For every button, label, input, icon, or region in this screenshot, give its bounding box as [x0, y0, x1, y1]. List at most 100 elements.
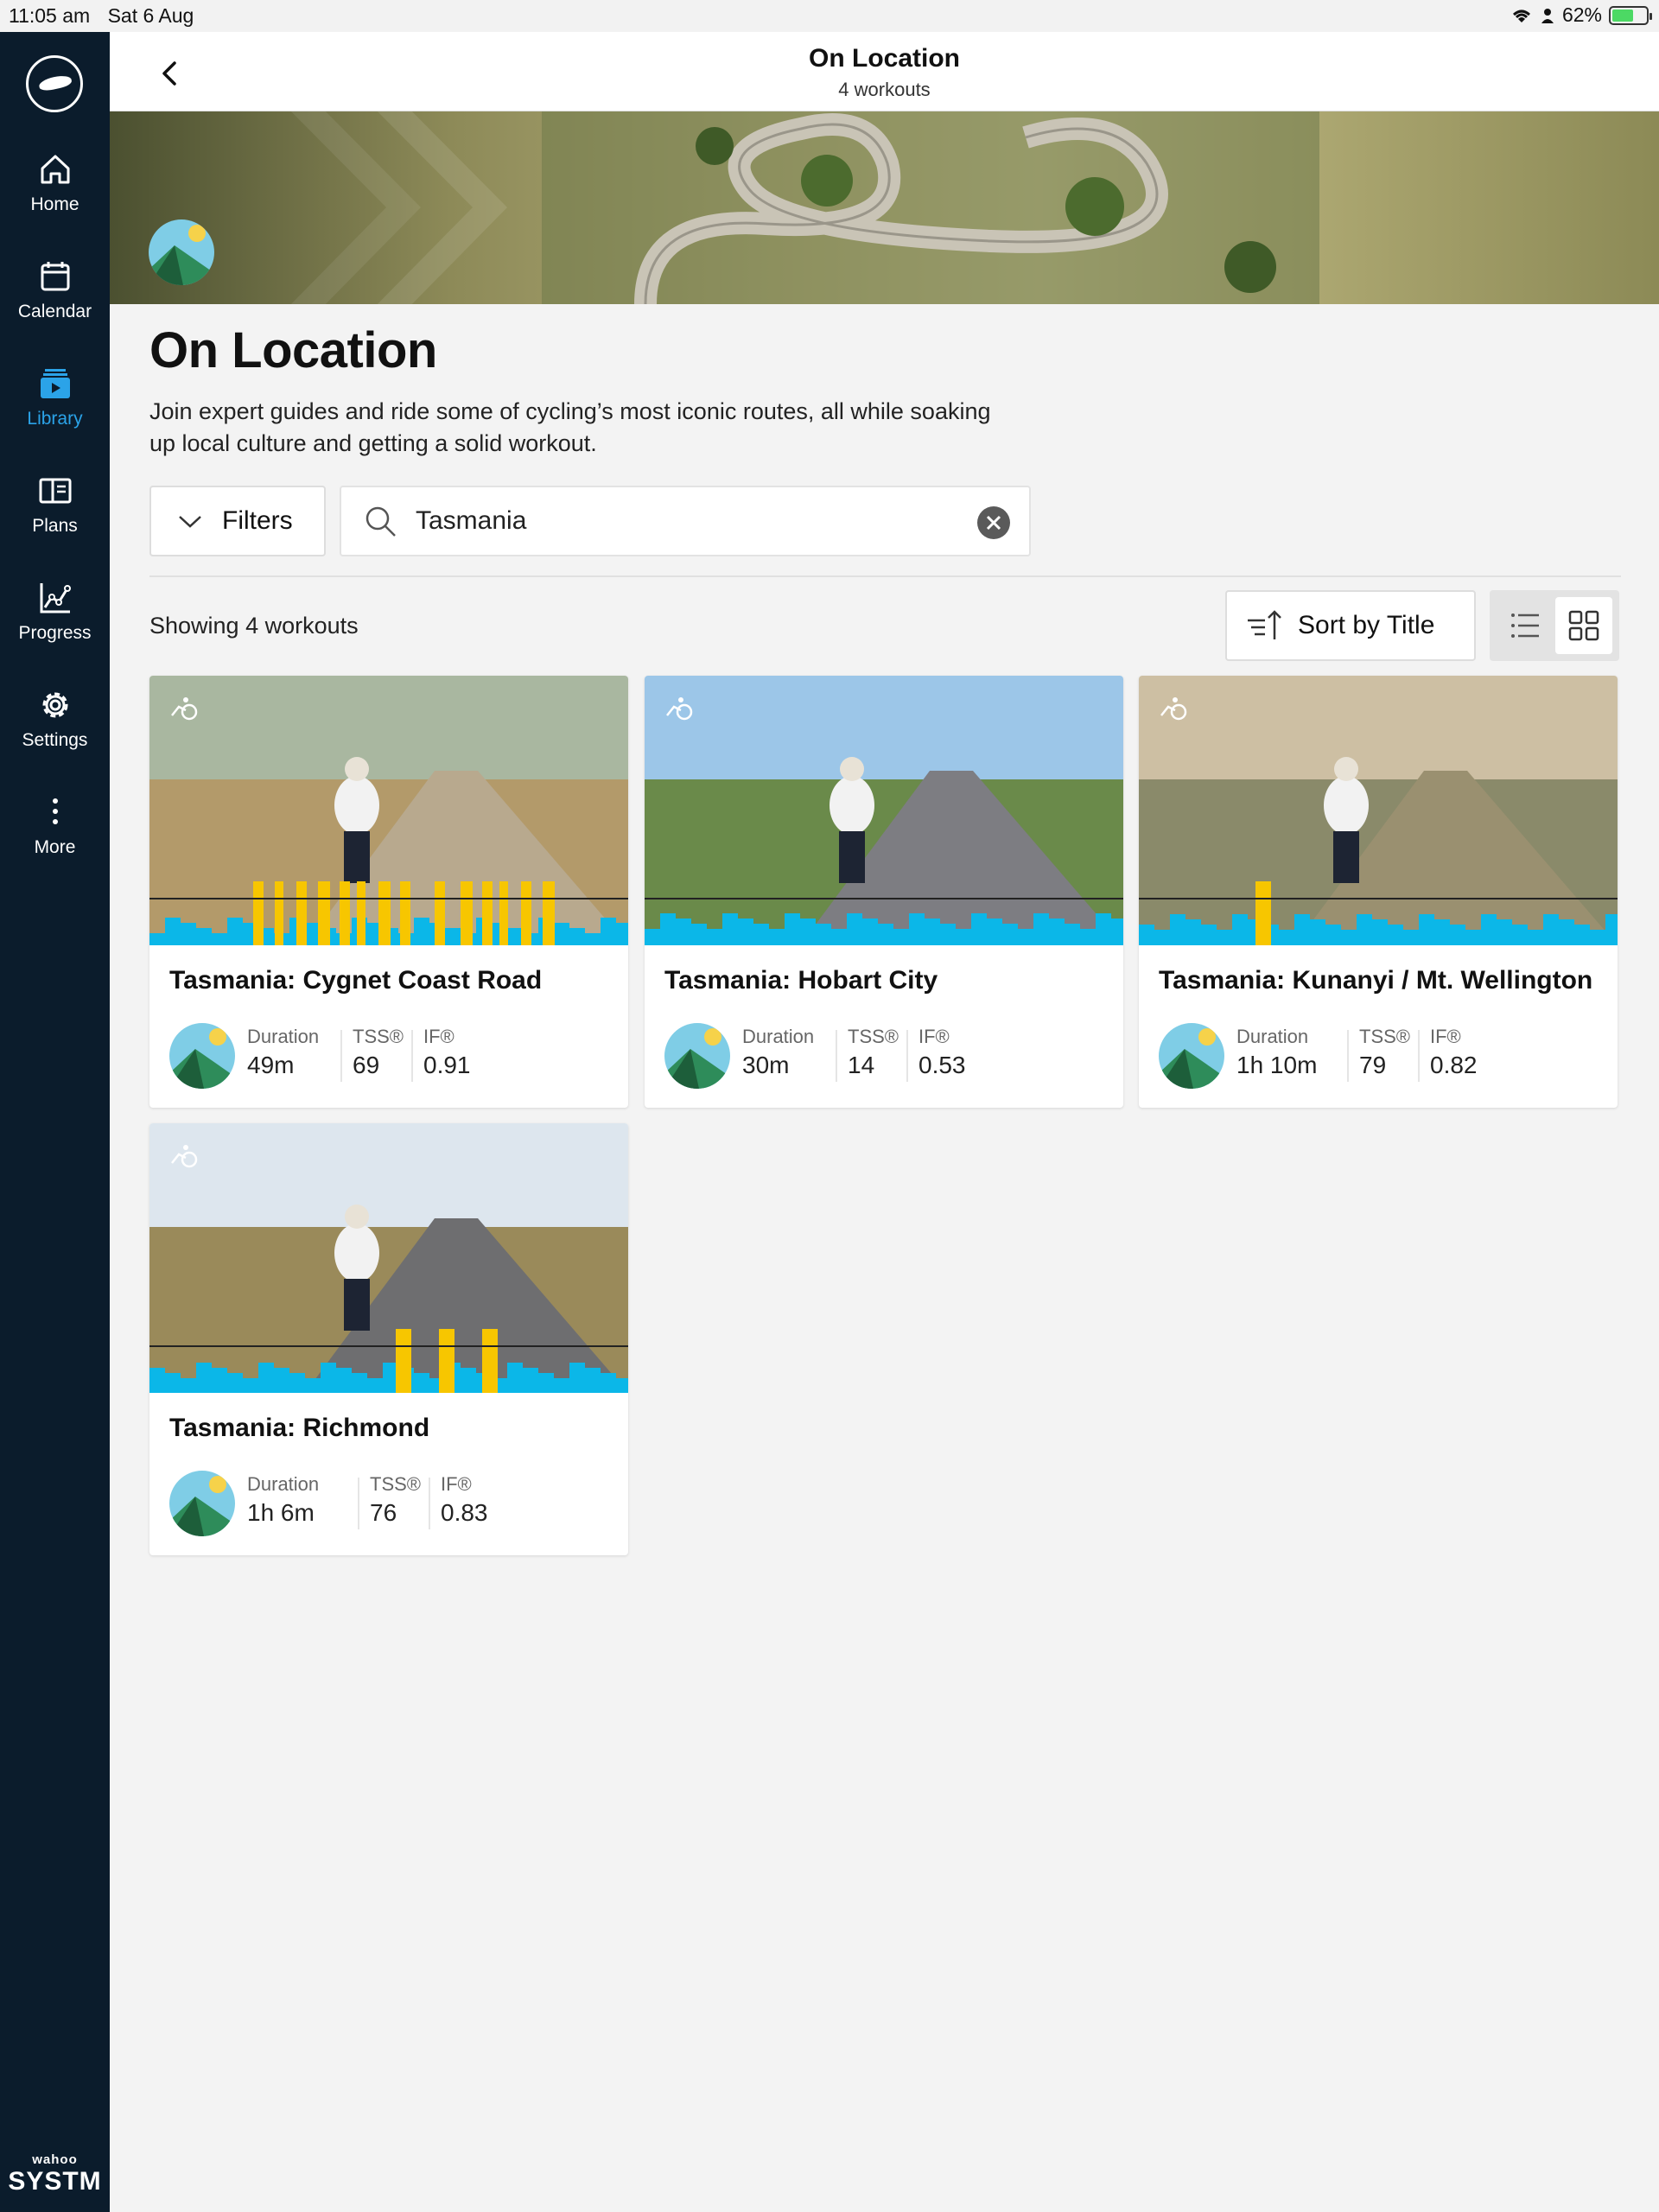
- tss-value: 76: [370, 1499, 397, 1526]
- page-title: On Location: [149, 322, 437, 378]
- brand-logo: wahoo SYSTM: [0, 2152, 110, 2196]
- stat-divider: [1347, 1030, 1349, 1082]
- sidebar-item-more[interactable]: More: [0, 792, 110, 858]
- tss-stat: TSS® 69: [353, 1026, 404, 1079]
- cycling-icon: [171, 697, 198, 721]
- if-label: IF®: [918, 1026, 950, 1047]
- hero-road-image: [542, 111, 1319, 304]
- grid-view-icon: [1568, 610, 1599, 641]
- sidebar-item-label: Settings: [22, 730, 88, 750]
- status-time: 11:05 am: [9, 4, 91, 27]
- progress-icon: [40, 583, 71, 613]
- hero-banner: [110, 111, 1659, 304]
- stat-divider: [411, 1030, 413, 1082]
- duration-label: Duration: [742, 1026, 815, 1047]
- duration-value: 49m: [247, 1052, 295, 1078]
- tss-value: 69: [353, 1052, 380, 1078]
- sidebar-item-label: Plans: [32, 516, 78, 536]
- top-bar: On Location 4 workouts: [110, 32, 1659, 111]
- app-logo[interactable]: [26, 55, 83, 112]
- if-stat: IF® 0.83: [441, 1473, 488, 1527]
- tss-label: TSS®: [1359, 1026, 1410, 1047]
- duration-label: Duration: [247, 1026, 320, 1047]
- duration-stat: Duration 1h 10m: [1236, 1026, 1317, 1079]
- stat-divider: [836, 1030, 837, 1082]
- duration-label: Duration: [1236, 1026, 1309, 1047]
- workout-card[interactable]: Tasmania: Cygnet Coast Road Duration 49m…: [149, 676, 628, 1108]
- if-label: IF®: [1430, 1026, 1461, 1047]
- battery-icon: [1609, 5, 1652, 25]
- if-stat: IF® 0.53: [918, 1026, 966, 1079]
- page-description: Join expert guides and ride some of cycl…: [149, 398, 991, 456]
- sidebar-item-library[interactable]: Library: [0, 364, 110, 429]
- cycling-icon: [171, 1145, 198, 1168]
- workout-card[interactable]: Tasmania: Hobart City Duration 30m TSS® …: [645, 676, 1123, 1108]
- workout-title: Tasmania: Hobart City: [664, 966, 938, 995]
- tss-stat: TSS® 14: [848, 1026, 899, 1079]
- workout-thumbnail[interactable]: [149, 1123, 628, 1393]
- duration-stat: Duration 30m: [742, 1026, 814, 1079]
- sidebar-item-progress[interactable]: Progress: [0, 578, 110, 644]
- workout-thumbnail[interactable]: [149, 676, 628, 945]
- list-view-icon: [1511, 613, 1539, 638]
- workout-title: Tasmania: Kunanyi / Mt. Wellington: [1159, 966, 1593, 995]
- wifi-icon: [1512, 10, 1530, 22]
- sidebar-item-plans[interactable]: Plans: [0, 471, 110, 537]
- sidebar-item-label: Library: [27, 409, 83, 429]
- workout-category-icon: [169, 1471, 235, 1536]
- grid-view-button[interactable]: [1555, 597, 1612, 654]
- sidebar-item-home[interactable]: Home: [0, 149, 110, 215]
- duration-stat: Duration 1h 6m: [247, 1473, 319, 1527]
- sort-icon: [1248, 610, 1281, 639]
- results-count: Showing 4 workouts: [149, 613, 359, 639]
- workout-card[interactable]: Tasmania: Kunanyi / Mt. Wellington Durat…: [1139, 676, 1618, 1108]
- if-stat: IF® 0.91: [423, 1026, 471, 1079]
- stat-divider: [340, 1030, 342, 1082]
- sidebar-item-label: Calendar: [17, 302, 92, 321]
- battery-percent: 62%: [1561, 3, 1602, 26]
- sort-button[interactable]: Sort by Title: [1225, 590, 1476, 661]
- sort-label: Sort by Title: [1298, 611, 1435, 639]
- duration-label: Duration: [247, 1473, 320, 1495]
- gear-icon: [42, 692, 67, 718]
- header-subtitle: 4 workouts: [838, 79, 931, 100]
- if-stat: IF® 0.82: [1430, 1026, 1478, 1079]
- filters-label: Filters: [222, 506, 293, 535]
- workout-thumbnail[interactable]: [1139, 676, 1618, 945]
- plans-icon: [39, 478, 71, 504]
- sidebar-item-settings[interactable]: Settings: [0, 685, 110, 751]
- workout-category-icon: [1159, 1023, 1224, 1089]
- search-value: Tasmania: [416, 506, 527, 535]
- clear-search-icon[interactable]: [977, 506, 1010, 539]
- divider: [149, 575, 1621, 577]
- if-value: 0.91: [423, 1052, 471, 1078]
- header-title: On Location: [809, 44, 960, 73]
- if-value: 0.83: [441, 1499, 488, 1526]
- sidebar-item-calendar[interactable]: Calendar: [0, 257, 110, 322]
- workout-thumbnail[interactable]: [645, 676, 1123, 945]
- search-input[interactable]: Tasmania: [340, 486, 1031, 556]
- duration-value: 1h 6m: [247, 1499, 315, 1526]
- calendar-icon: [41, 262, 69, 291]
- list-view-button[interactable]: [1497, 597, 1554, 654]
- tss-label: TSS®: [353, 1026, 404, 1047]
- more-dots-icon: [52, 798, 58, 824]
- on-location-badge-icon: [149, 219, 214, 285]
- workout-card[interactable]: Tasmania: Richmond Duration 1h 6m TSS® 7…: [149, 1123, 628, 1555]
- workout-title: Tasmania: Cygnet Coast Road: [169, 966, 543, 995]
- search-icon: [365, 506, 396, 537]
- stat-divider: [906, 1030, 908, 1082]
- brand-small: wahoo: [32, 2152, 78, 2167]
- duration-value: 30m: [742, 1052, 790, 1078]
- tss-label: TSS®: [370, 1473, 421, 1495]
- filters-button[interactable]: Filters: [149, 486, 326, 556]
- if-value: 0.53: [918, 1052, 966, 1078]
- stat-divider: [429, 1478, 430, 1529]
- person-icon: [1541, 8, 1554, 23]
- if-label: IF®: [423, 1026, 454, 1047]
- tss-value: 14: [848, 1052, 875, 1078]
- if-value: 0.82: [1430, 1052, 1478, 1078]
- workout-category-icon: [664, 1023, 730, 1089]
- hero-chevron: [377, 111, 507, 304]
- duration-value: 1h 10m: [1236, 1052, 1318, 1078]
